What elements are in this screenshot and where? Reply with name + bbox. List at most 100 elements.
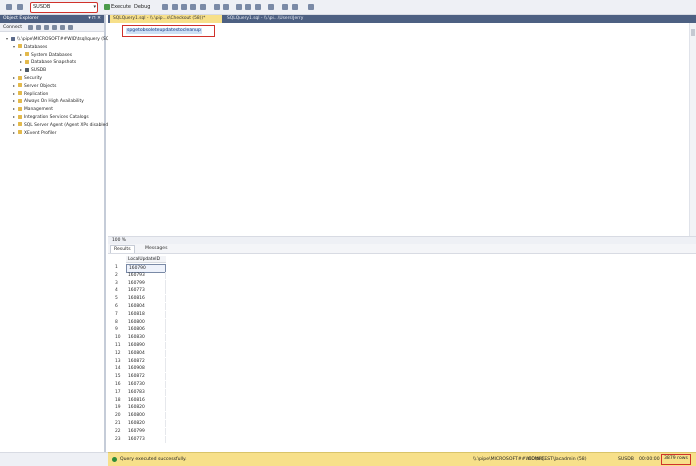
cell-localupdateid[interactable]: 160730 xyxy=(126,381,166,388)
row-number[interactable]: 16 xyxy=(113,381,125,388)
tab-messages[interactable]: Messages xyxy=(142,245,171,253)
cell-localupdateid[interactable]: 160816 xyxy=(126,396,166,404)
grid-corner[interactable] xyxy=(113,256,125,263)
expand-icon[interactable]: ▸ xyxy=(13,114,17,120)
row-number[interactable]: 9 xyxy=(113,326,125,333)
expand-icon[interactable]: ▸ xyxy=(13,130,17,136)
row-number[interactable]: 10 xyxy=(113,334,125,341)
checkmark-icon[interactable] xyxy=(162,4,168,10)
tree-node[interactable]: ▸ Security xyxy=(13,75,42,81)
tree-node[interactable]: ▸ Management xyxy=(13,106,53,112)
uncomment-icon[interactable] xyxy=(223,4,229,10)
plan-icon[interactable] xyxy=(190,4,196,10)
cell-localupdateid[interactable]: 160793 xyxy=(126,271,166,279)
expand-icon[interactable]: ▾ xyxy=(6,36,10,42)
column-header-localupdateid[interactable]: LocalUpdateID xyxy=(126,256,166,263)
cell-localupdateid[interactable]: 160830 xyxy=(126,334,166,342)
cell-localupdateid[interactable]: 160783 xyxy=(126,388,166,396)
sql-text[interactable]: spgetobsoleteupdatestocleanup xyxy=(126,28,202,34)
row-number[interactable]: 21 xyxy=(113,420,125,427)
table-icon[interactable] xyxy=(181,4,187,10)
cell-localupdateid[interactable]: 160800 xyxy=(126,318,166,326)
row-number[interactable]: 17 xyxy=(113,389,125,396)
query-editor[interactable]: spgetobsoleteupdatestocleanup xyxy=(108,23,696,236)
tree-node[interactable]: ▸ Always On High Availability xyxy=(13,98,84,104)
specify-values-icon[interactable] xyxy=(255,4,261,10)
cell-localupdateid[interactable]: 160872 xyxy=(126,373,166,381)
cell-localupdateid[interactable]: 160908 xyxy=(126,365,166,373)
results-icon[interactable] xyxy=(200,4,206,10)
back-icon[interactable] xyxy=(6,4,12,10)
tree-node[interactable]: ▾ Databases xyxy=(13,44,47,50)
row-number[interactable]: 14 xyxy=(113,365,125,372)
row-number[interactable]: 15 xyxy=(113,373,125,380)
tree-node[interactable]: ▸ Database Snapshots xyxy=(20,59,76,65)
database-selector[interactable]: SUSDB ▾ xyxy=(30,2,98,13)
tree-node[interactable]: ▸ SUSDB xyxy=(20,67,46,73)
disconnect-icon[interactable] xyxy=(36,25,41,30)
expand-icon[interactable]: ▸ xyxy=(13,122,17,128)
indent-icon[interactable] xyxy=(236,4,242,10)
expand-icon[interactable]: ▸ xyxy=(13,98,17,104)
arrow-icon[interactable] xyxy=(282,4,288,10)
row-number[interactable]: 2 xyxy=(113,272,125,279)
row-number[interactable]: 4 xyxy=(113,287,125,294)
row-number[interactable]: 11 xyxy=(113,342,125,349)
tree-node[interactable]: ▸ XEvent Profiler xyxy=(13,130,56,136)
tree-node[interactable]: ▸ SQL Server Agent (Agent XPs disabled) xyxy=(13,122,110,128)
filter-icon[interactable] xyxy=(52,25,57,30)
row-number[interactable]: 8 xyxy=(113,319,125,326)
tree-node[interactable]: ▸ System Databases xyxy=(20,52,72,58)
cell-localupdateid[interactable]: 160800 xyxy=(126,412,166,420)
row-number[interactable]: 5 xyxy=(113,295,125,302)
sort-icon[interactable] xyxy=(292,4,298,10)
stop-icon[interactable] xyxy=(44,25,49,30)
refresh-icon[interactable] xyxy=(60,25,65,30)
cell-localupdateid[interactable]: 160804 xyxy=(126,349,166,357)
row-number[interactable]: 20 xyxy=(113,412,125,419)
cell-localupdateid[interactable]: 160799 xyxy=(126,427,166,435)
expand-icon[interactable]: ▾ xyxy=(13,44,17,50)
scrollbar-thumb[interactable] xyxy=(691,29,695,36)
grid-icon[interactable] xyxy=(172,4,178,10)
expand-icon[interactable]: ▸ xyxy=(13,75,17,81)
execute-button[interactable]: Execute xyxy=(111,4,131,10)
expand-icon[interactable]: ▸ xyxy=(20,52,24,58)
options-icon[interactable] xyxy=(268,4,274,10)
filter-icon[interactable] xyxy=(17,4,23,10)
cell-localupdateid[interactable]: 160872 xyxy=(126,357,166,365)
debug-button[interactable]: Debug xyxy=(134,4,150,10)
expand-icon[interactable]: ▸ xyxy=(20,67,24,73)
execute-icon[interactable] xyxy=(104,4,110,10)
tree-node[interactable]: ▸ Server Objects xyxy=(13,83,56,89)
tab-sqlquery1-inactive[interactable]: SQLQuery1.sql - \\.\pi...\Users\Jerry xyxy=(224,15,304,23)
cell-localupdateid[interactable]: 160816 xyxy=(126,295,166,303)
activity-icon[interactable] xyxy=(68,25,73,30)
cell-localupdateid[interactable]: 160773 xyxy=(126,435,166,443)
cell-localupdateid[interactable]: 160806 xyxy=(126,326,166,334)
cell-localupdateid[interactable]: 160820 xyxy=(126,420,166,427)
connect-button[interactable]: Connect xyxy=(3,25,22,30)
panel-window-controls[interactable]: ▾ ⊓ ✕ xyxy=(88,15,101,23)
row-number[interactable]: 12 xyxy=(113,350,125,357)
row-number[interactable]: 7 xyxy=(113,311,125,318)
row-number[interactable]: 3 xyxy=(113,280,125,287)
row-number[interactable]: 13 xyxy=(113,358,125,365)
tab-results[interactable]: Results xyxy=(110,245,135,253)
wrench-icon[interactable] xyxy=(308,4,314,10)
cell-localupdateid[interactable]: 160890 xyxy=(126,342,166,349)
row-number[interactable]: 23 xyxy=(113,436,125,443)
comment-icon[interactable] xyxy=(214,4,220,10)
cell-localupdateid[interactable]: 160818 xyxy=(126,310,166,318)
expand-icon[interactable]: ▸ xyxy=(13,91,17,97)
zoom-level[interactable]: 100 % xyxy=(108,236,696,244)
cell-localupdateid[interactable]: 160773 xyxy=(126,287,166,295)
tab-sqlquery1-active[interactable]: SQLQuery1.sql - \\.\pip...s\Checkout (58… xyxy=(110,15,222,23)
row-number[interactable]: 19 xyxy=(113,404,125,411)
expand-icon[interactable]: ▸ xyxy=(13,106,17,112)
row-number[interactable]: 6 xyxy=(113,303,125,310)
outdent-icon[interactable] xyxy=(245,4,251,10)
row-number[interactable]: 22 xyxy=(113,428,125,435)
row-number[interactable]: 18 xyxy=(113,397,125,404)
tree-node[interactable]: ▸ Replication xyxy=(13,91,48,97)
